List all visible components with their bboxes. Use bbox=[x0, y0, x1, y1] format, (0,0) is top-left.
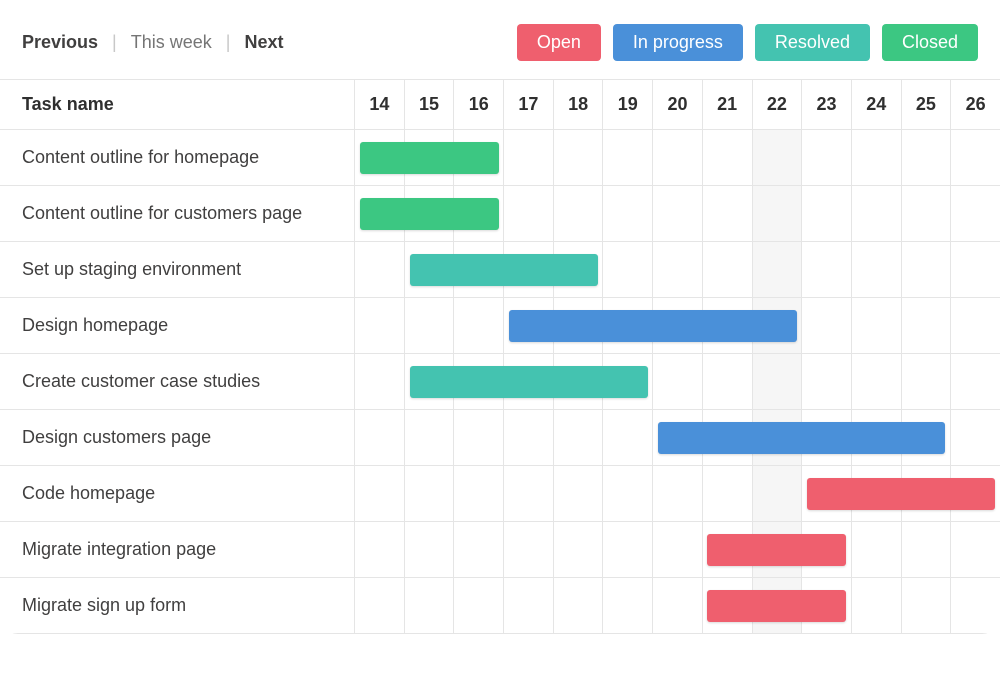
task-bar-area bbox=[355, 130, 1000, 185]
task-bar[interactable] bbox=[707, 590, 846, 622]
task-bar[interactable] bbox=[410, 254, 599, 286]
gantt-body: Content outline for homepageContent outl… bbox=[0, 130, 1000, 634]
day-header-21: 21 bbox=[703, 80, 753, 129]
legend-in_progress[interactable]: In progress bbox=[613, 24, 743, 61]
task-bar[interactable] bbox=[410, 366, 648, 398]
task-bar[interactable] bbox=[509, 310, 797, 342]
nav-next[interactable]: Next bbox=[244, 32, 283, 53]
day-header-20: 20 bbox=[653, 80, 703, 129]
task-name[interactable]: Create customer case studies bbox=[0, 354, 355, 409]
task-name[interactable]: Migrate integration page bbox=[0, 522, 355, 577]
day-header-23: 23 bbox=[802, 80, 852, 129]
status-legend: Open In progress Resolved Closed bbox=[517, 24, 978, 61]
task-bar-area bbox=[355, 354, 1000, 409]
task-name[interactable]: Set up staging environment bbox=[0, 242, 355, 297]
task-bar-area bbox=[355, 410, 1000, 465]
task-bar[interactable] bbox=[360, 142, 499, 174]
nav-this-week[interactable]: This week bbox=[131, 32, 212, 53]
legend-resolved[interactable]: Resolved bbox=[755, 24, 870, 61]
toolbar: Previous | This week | Next Open In progr… bbox=[0, 0, 1000, 79]
day-header-22: 22 bbox=[753, 80, 803, 129]
task-row: Design homepage bbox=[0, 298, 1000, 354]
task-row: Migrate integration page bbox=[0, 522, 1000, 578]
day-header-15: 15 bbox=[405, 80, 455, 129]
task-bar-area bbox=[355, 298, 1000, 353]
task-name-header: Task name bbox=[0, 80, 355, 129]
day-header-25: 25 bbox=[902, 80, 952, 129]
nav-previous[interactable]: Previous bbox=[22, 32, 98, 53]
task-bar-area bbox=[355, 578, 1000, 633]
task-row: Design customers page bbox=[0, 410, 1000, 466]
nav-separator: | bbox=[112, 32, 117, 53]
task-bar-area bbox=[355, 186, 1000, 241]
task-bar-area bbox=[355, 522, 1000, 577]
task-bar[interactable] bbox=[707, 534, 846, 566]
task-bar[interactable] bbox=[807, 478, 996, 510]
task-name[interactable]: Content outline for homepage bbox=[0, 130, 355, 185]
task-name[interactable]: Content outline for customers page bbox=[0, 186, 355, 241]
day-header-17: 17 bbox=[504, 80, 554, 129]
task-bar-area bbox=[355, 242, 1000, 297]
task-bar[interactable] bbox=[360, 198, 499, 230]
task-name[interactable]: Code homepage bbox=[0, 466, 355, 521]
gantt-view: Previous | This week | Next Open In progr… bbox=[0, 0, 1000, 634]
day-headers: 14151617181920212223242526 bbox=[355, 80, 1000, 129]
task-bar-area bbox=[355, 466, 1000, 521]
task-row: Migrate sign up form bbox=[0, 578, 1000, 634]
day-header-26: 26 bbox=[951, 80, 1000, 129]
task-name[interactable]: Design customers page bbox=[0, 410, 355, 465]
task-bar[interactable] bbox=[658, 422, 946, 454]
day-header-19: 19 bbox=[603, 80, 653, 129]
gantt-chart: Task name 14151617181920212223242526 Con… bbox=[0, 79, 1000, 634]
gantt-header-row: Task name 14151617181920212223242526 bbox=[0, 79, 1000, 130]
nav-separator: | bbox=[226, 32, 231, 53]
task-row: Code homepage bbox=[0, 466, 1000, 522]
task-row: Content outline for homepage bbox=[0, 130, 1000, 186]
task-row: Set up staging environment bbox=[0, 242, 1000, 298]
day-header-18: 18 bbox=[554, 80, 604, 129]
task-row: Create customer case studies bbox=[0, 354, 1000, 410]
task-row: Content outline for customers page bbox=[0, 186, 1000, 242]
legend-closed[interactable]: Closed bbox=[882, 24, 978, 61]
day-header-24: 24 bbox=[852, 80, 902, 129]
day-header-16: 16 bbox=[454, 80, 504, 129]
date-nav: Previous | This week | Next bbox=[22, 32, 283, 53]
task-name[interactable]: Migrate sign up form bbox=[0, 578, 355, 633]
task-name[interactable]: Design homepage bbox=[0, 298, 355, 353]
legend-open[interactable]: Open bbox=[517, 24, 601, 61]
day-header-14: 14 bbox=[355, 80, 405, 129]
